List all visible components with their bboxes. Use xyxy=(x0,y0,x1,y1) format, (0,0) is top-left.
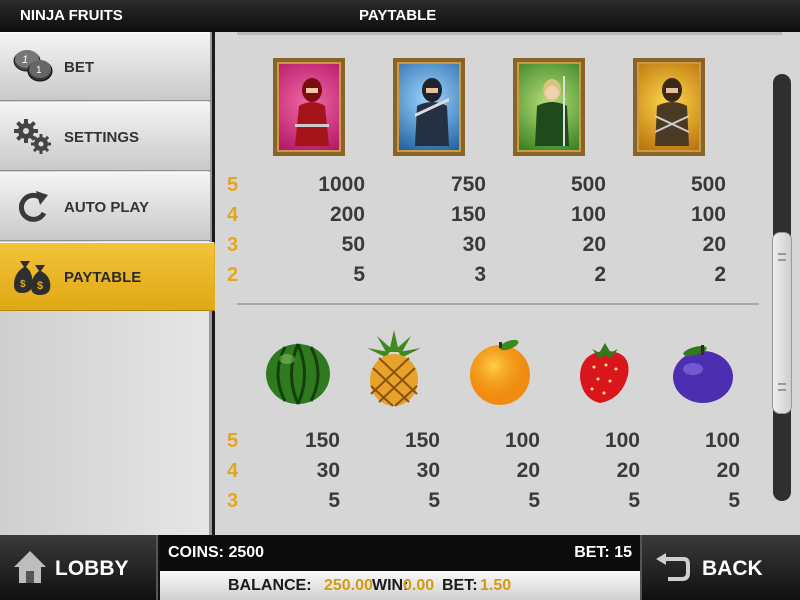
pay-value: 100 xyxy=(704,429,740,452)
pay-value: 150 xyxy=(304,429,340,452)
replay-icon xyxy=(18,191,48,222)
back-arrow-icon xyxy=(656,553,690,581)
sidebar-item-label: BET xyxy=(64,59,94,76)
multiplier-label: 4 xyxy=(227,204,239,226)
orange-icon xyxy=(470,339,530,405)
pay-value: 30 xyxy=(462,233,486,256)
multiplier-label: 5 xyxy=(227,174,239,196)
sidebar-item-label: PAYTABLE xyxy=(64,269,142,286)
pay-value: 30 xyxy=(316,459,340,482)
multiplier-label: 3 xyxy=(227,490,239,512)
sidebar-item-label: AUTO PLAY xyxy=(64,199,150,216)
ninja-figure-icon xyxy=(295,78,329,146)
bet-display: BET: 15 xyxy=(574,544,632,562)
green-ninja-symbol xyxy=(513,58,585,156)
multiplier-label: 2 xyxy=(227,264,239,286)
coins-value: 2500 xyxy=(228,544,265,561)
pay-value: 2 xyxy=(594,263,606,286)
paytable-panel: 5 4 3 2 1000 200 50 5 750 150 30 3 500 1… xyxy=(215,32,800,535)
game-title: NINJA FRUITS xyxy=(20,7,123,24)
pay-value: 100 xyxy=(604,429,640,452)
coins-display: COINS: 2500 xyxy=(168,544,264,562)
pay-value: 5 xyxy=(528,489,540,512)
pay-value: 100 xyxy=(690,203,726,226)
top-bar: NINJA FRUITS PAYTABLE xyxy=(0,0,800,32)
home-icon xyxy=(14,551,46,583)
page-title: PAYTABLE xyxy=(359,7,437,24)
pay-value: 30 xyxy=(416,459,440,482)
section-divider xyxy=(237,303,759,305)
pay-value: 100 xyxy=(570,203,606,226)
pay-value: 20 xyxy=(716,459,740,482)
bottom-bet-label: BET: xyxy=(442,577,478,594)
sidebar-item-settings[interactable]: SETTINGS xyxy=(0,102,210,171)
sidebar-item-auto-play[interactable]: AUTO PLAY xyxy=(0,172,210,241)
svg-text:$: $ xyxy=(20,279,26,290)
balance-bar: BALANCE: 250.00 WIN: 0.00 BET: 1.50 xyxy=(160,571,640,600)
pay-value: 20 xyxy=(516,459,540,482)
pay-value: 500 xyxy=(690,173,726,196)
pay-value: 3 xyxy=(474,263,486,286)
svg-text:$: $ xyxy=(37,280,43,292)
back-button[interactable]: BACK xyxy=(640,535,800,600)
balance-label: BALANCE: xyxy=(228,577,312,594)
pay-value: 200 xyxy=(329,203,365,226)
sidebar-item-paytable[interactable]: $ $ PAYTABLE xyxy=(0,242,230,312)
pay-value: 150 xyxy=(404,429,440,452)
sidebar-item-bet[interactable]: 1 1 BET xyxy=(0,32,210,101)
bottom-bar: LOBBY COINS: 2500 BET: 15 BALANCE: 250.0… xyxy=(0,535,800,600)
bottom-bet-value: 1.50 xyxy=(480,577,512,594)
sidebar-item-label: SETTINGS xyxy=(64,129,140,146)
watermelon-icon xyxy=(266,343,330,405)
blue-ninja-symbol xyxy=(393,58,465,156)
multiplier-label: 4 xyxy=(227,460,239,482)
pay-value: 750 xyxy=(450,173,486,196)
pay-value: 5 xyxy=(428,489,440,512)
pay-value: 150 xyxy=(450,203,486,226)
money-bags-icon: $ $ xyxy=(14,261,51,295)
coins-icon: 1 1 xyxy=(13,50,53,82)
gold-ninja-symbol xyxy=(633,58,705,156)
lobby-label: LOBBY xyxy=(55,557,129,580)
strawberry-icon xyxy=(580,343,629,403)
coins-label: COINS: xyxy=(168,544,224,561)
pay-value: 20 xyxy=(702,233,726,256)
back-label: BACK xyxy=(702,557,763,580)
pay-value: 500 xyxy=(570,173,606,196)
pay-value: 5 xyxy=(328,489,340,512)
pineapple-icon xyxy=(367,330,421,407)
multiplier-label: 5 xyxy=(227,430,239,452)
multiplier-label: 3 xyxy=(227,234,239,256)
pay-value: 5 xyxy=(628,489,640,512)
win-value: 0.00 xyxy=(403,577,435,594)
top-divider xyxy=(237,32,782,35)
bet-value: 15 xyxy=(614,544,632,561)
svg-text:1: 1 xyxy=(22,54,28,66)
ninja-figure-icon xyxy=(415,78,449,146)
pay-value: 2 xyxy=(714,263,726,286)
info-bar: COINS: 2500 BET: 15 BALANCE: 250.00 WIN:… xyxy=(160,535,640,600)
pay-value: 5 xyxy=(728,489,740,512)
grip-line xyxy=(778,253,786,255)
balance-value: 250.00 xyxy=(324,577,373,594)
ninja-figure-icon xyxy=(535,76,569,146)
bet-label: BET: xyxy=(574,544,610,561)
pay-value: 20 xyxy=(616,459,640,482)
grip-line xyxy=(778,389,786,391)
pay-value: 5 xyxy=(353,263,365,286)
pay-value: 50 xyxy=(341,233,365,256)
grip-line xyxy=(778,383,786,385)
lobby-button[interactable]: LOBBY xyxy=(0,535,158,600)
pay-value: 100 xyxy=(504,429,540,452)
pay-value: 20 xyxy=(582,233,606,256)
scrollbar-thumb[interactable] xyxy=(772,232,792,414)
gears-icon xyxy=(14,119,51,154)
pay-value: 1000 xyxy=(318,173,365,196)
sidebar-menu: 1 1 BET SETTINGS AUTO PLAY $ $ PAYTABLE xyxy=(0,32,230,535)
svg-text:1: 1 xyxy=(36,65,42,76)
red-ninja-symbol xyxy=(273,58,345,156)
grip-line xyxy=(778,259,786,261)
plum-icon xyxy=(673,345,733,403)
ninja-figure-icon xyxy=(655,78,689,146)
